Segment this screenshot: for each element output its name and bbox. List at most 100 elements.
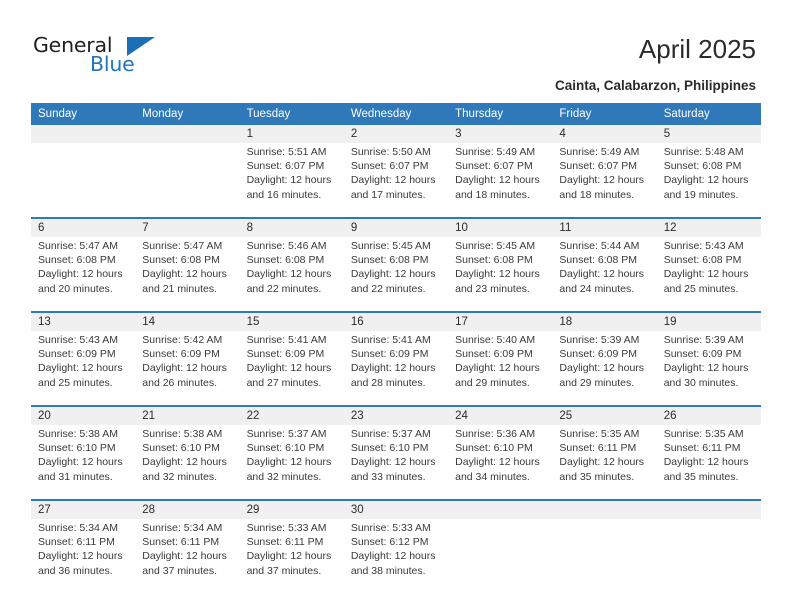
day-cell[interactable]: Sunrise: 5:41 AM Sunset: 6:09 PM Daylight:… [239,331,344,406]
day-number: 3 [448,125,553,143]
day-sunset-text: Sunset: 6:08 PM [246,254,325,267]
day-daylight2-text: and 22 minutes. [350,282,426,295]
weekday-header-wednesday: Wednesday [343,103,449,125]
day-sunset-text: Sunset: 6:07 PM [455,160,533,173]
day-sunrise-text: Sunrise: 5:40 AM [455,334,536,346]
day-number: 26 [656,405,761,425]
day-cell[interactable]: Sunrise: 5:45 AM Sunset: 6:08 PM Daylight:… [448,237,553,312]
day-cell[interactable]: Sunrise: 5:35 AM Sunset: 6:11 PM Daylight:… [552,425,657,500]
day-sunrise-text: Sunrise: 5:48 AM [663,146,744,158]
week-daynum-row: 27 28 29 30 [31,499,761,519]
day-cell[interactable]: Sunrise: 5:47 AM Sunset: 6:08 PM Daylight:… [31,237,136,312]
weekday-header-thursday: Thursday [448,103,553,125]
day-cell[interactable]: Sunrise: 5:41 AM Sunset: 6:09 PM Daylight:… [343,331,449,406]
day-cell[interactable]: Sunrise: 5:50 AM Sunset: 6:07 PM Daylight:… [343,143,449,218]
day-cell[interactable]: Sunrise: 5:36 AM Sunset: 6:10 PM Daylight:… [448,425,553,500]
day-cell[interactable]: Sunrise: 5:49 AM Sunset: 6:07 PM Daylight:… [552,143,657,218]
day-sunset-text: Sunset: 6:08 PM [142,254,220,267]
week-daynum-row: 6 7 8 9 10 11 12 [31,217,761,237]
day-cell[interactable]: Sunrise: 5:40 AM Sunset: 6:09 PM Daylight:… [448,331,553,406]
day-daylight2-text: and 32 minutes. [246,470,322,483]
calendar-page: General Blue April 2025 Cainta, Calabarz… [0,0,792,612]
day-sunrise-text: Sunrise: 5:41 AM [246,334,327,346]
day-sunset-text: Sunset: 6:09 PM [455,348,533,361]
day-sunrise-text: Sunrise: 5:45 AM [350,240,431,252]
day-cell[interactable]: Sunrise: 5:51 AM Sunset: 6:07 PM Daylight:… [239,143,344,218]
day-sunset-text: Sunset: 6:11 PM [246,536,324,549]
day-number: 25 [552,405,657,425]
day-cell[interactable]: Sunrise: 5:35 AM Sunset: 6:11 PM Daylight:… [656,425,761,500]
day-sunrise-text: Sunrise: 5:35 AM [559,428,640,440]
day-number-empty [31,125,136,143]
day-sunrise-text: Sunrise: 5:34 AM [38,522,118,534]
day-number: 8 [239,217,344,237]
day-number: 16 [343,311,449,331]
week-detail-row: Sunrise: 5:38 AM Sunset: 6:10 PM Daylight:… [31,425,761,500]
day-number: 23 [343,405,449,425]
week-detail-row: Sunrise: 5:43 AM Sunset: 6:09 PM Daylight:… [31,331,761,406]
day-sunset-text: Sunset: 6:08 PM [455,254,533,267]
day-daylight2-text: and 30 minutes. [663,376,739,389]
day-sunset-text: Sunset: 6:07 PM [350,160,429,173]
day-cell-empty [552,519,657,593]
day-daylight2-text: and 37 minutes. [142,564,217,577]
day-sunrise-text: Sunrise: 5:33 AM [246,522,327,534]
day-sunrise-text: Sunrise: 5:37 AM [350,428,431,440]
day-cell[interactable]: Sunrise: 5:37 AM Sunset: 6:10 PM Daylight:… [343,425,449,500]
day-number: 30 [343,499,449,519]
day-sunset-text: Sunset: 6:10 PM [142,442,220,455]
day-cell[interactable]: Sunrise: 5:43 AM Sunset: 6:09 PM Daylight:… [31,331,136,406]
day-cell[interactable]: Sunrise: 5:44 AM Sunset: 6:08 PM Daylight:… [552,237,657,312]
calendar-header-row: Sunday Monday Tuesday Wednesday Thursday… [31,103,761,125]
day-cell[interactable]: Sunrise: 5:37 AM Sunset: 6:10 PM Daylight:… [239,425,344,500]
day-cell[interactable]: Sunrise: 5:34 AM Sunset: 6:11 PM Daylight:… [31,519,136,593]
day-daylight2-text: and 25 minutes. [663,282,739,295]
weekday-header-friday: Friday [552,103,657,125]
day-daylight2-text: and 18 minutes. [559,188,635,201]
day-cell[interactable]: Sunrise: 5:33 AM Sunset: 6:11 PM Daylight:… [239,519,344,593]
brand-logo[interactable]: General Blue [33,33,213,79]
day-sunset-text: Sunset: 6:11 PM [559,442,637,455]
day-cell[interactable]: Sunrise: 5:38 AM Sunset: 6:10 PM Daylight:… [135,425,240,500]
day-cell[interactable]: Sunrise: 5:46 AM Sunset: 6:08 PM Daylight:… [239,237,344,312]
weekday-header-saturday: Saturday [656,103,761,125]
day-cell[interactable]: Sunrise: 5:48 AM Sunset: 6:08 PM Daylight:… [656,143,761,218]
weekday-header-monday: Monday [135,103,240,125]
day-sunset-text: Sunset: 6:08 PM [350,254,429,267]
day-number: 6 [31,217,136,237]
day-sunset-text: Sunset: 6:08 PM [38,254,116,267]
day-cell[interactable]: Sunrise: 5:38 AM Sunset: 6:10 PM Daylight:… [31,425,136,500]
day-daylight1-text: Daylight: 12 hours [455,362,540,375]
day-cell[interactable]: Sunrise: 5:34 AM Sunset: 6:11 PM Daylight:… [135,519,240,593]
week-daynum-row: 12345 [31,125,761,143]
day-cell[interactable]: Sunrise: 5:33 AM Sunset: 6:12 PM Daylight:… [343,519,449,593]
day-number: 28 [135,499,240,519]
day-number: 2 [343,125,449,143]
day-cell[interactable]: Sunrise: 5:43 AM Sunset: 6:08 PM Daylight:… [656,237,761,312]
day-daylight2-text: and 36 minutes. [38,564,113,577]
day-sunset-text: Sunset: 6:09 PM [559,348,638,361]
day-cell[interactable]: Sunrise: 5:47 AM Sunset: 6:08 PM Daylight:… [135,237,240,312]
day-cell[interactable]: Sunrise: 5:42 AM Sunset: 6:09 PM Daylight:… [135,331,240,406]
day-daylight1-text: Daylight: 12 hours [142,550,227,563]
day-cell-empty [656,519,761,593]
day-number-empty [135,125,240,143]
day-daylight2-text: and 16 minutes. [246,188,322,201]
day-sunrise-text: Sunrise: 5:43 AM [663,240,744,252]
day-number: 11 [552,217,657,237]
day-sunrise-text: Sunrise: 5:36 AM [455,428,536,440]
page-title: April 2025 [638,34,756,64]
day-cell-empty [135,143,240,218]
day-cell[interactable]: Sunrise: 5:39 AM Sunset: 6:09 PM Daylight:… [552,331,657,406]
day-sunset-text: Sunset: 6:09 PM [350,348,429,361]
day-daylight1-text: Daylight: 12 hours [350,174,436,187]
day-cell[interactable]: Sunrise: 5:45 AM Sunset: 6:08 PM Daylight:… [343,237,449,312]
day-daylight2-text: and 35 minutes. [663,470,739,483]
day-cell[interactable]: Sunrise: 5:39 AM Sunset: 6:09 PM Daylight:… [656,331,761,406]
day-sunset-text: Sunset: 6:11 PM [142,536,220,549]
day-number: 4 [552,125,657,143]
day-daylight2-text: and 25 minutes. [38,376,113,389]
day-sunset-text: Sunset: 6:08 PM [663,254,742,267]
day-daylight2-text: and 32 minutes. [142,470,217,483]
day-cell[interactable]: Sunrise: 5:49 AM Sunset: 6:07 PM Daylight:… [448,143,553,218]
